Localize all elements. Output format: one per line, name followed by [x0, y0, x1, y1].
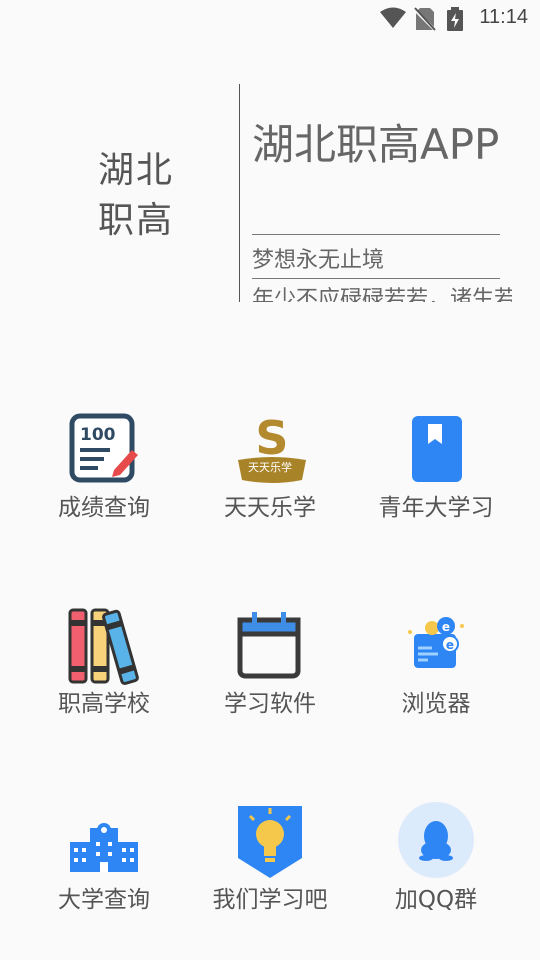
grid-item-label: 学习软件 — [224, 691, 316, 717]
grid-item-study-apps[interactable]: 学习软件 — [180, 596, 360, 726]
app-header: 湖北职高 湖北职高APP 梦想永无止境 年少不应碌碌若若，诸生若 — [0, 84, 540, 302]
svg-text:e: e — [446, 638, 454, 652]
grid-item-label: 青年大学习 — [378, 495, 494, 521]
grid-item-label: 浏览器 — [401, 691, 471, 717]
calendar-icon — [232, 606, 308, 682]
side-title: 湖北职高 — [98, 150, 175, 241]
no-sim-icon — [412, 7, 438, 35]
status-time: 11:14 — [479, 6, 528, 28]
svg-text:S: S — [255, 411, 288, 465]
grid-item-youth-study[interactable]: 青年大学习 — [346, 400, 526, 530]
main-title: 湖北职高APP — [252, 120, 500, 169]
school-building-icon — [66, 802, 142, 878]
lightbulb-badge-icon — [232, 802, 308, 878]
grid-item-join-qq-group[interactable]: 加QQ群 — [346, 792, 526, 922]
bookmark-icon — [398, 410, 474, 486]
slogan-1: 梦想永无止境 — [252, 248, 385, 273]
grid-item-browser[interactable]: e e 浏览器 — [346, 596, 526, 726]
wifi-icon — [380, 7, 406, 33]
status-bar: 11:14 — [0, 0, 540, 36]
grid-item-label: 职高学校 — [58, 691, 150, 717]
grid-item-label: 加QQ群 — [394, 887, 478, 913]
grid-item-grade-query[interactable]: 100 成绩查询 — [14, 400, 194, 530]
vertical-divider — [239, 84, 240, 302]
grid-item-tiantian-lexue[interactable]: S 天天乐学 天天乐学 — [180, 400, 360, 530]
grid-item-lets-study[interactable]: 我们学习吧 — [180, 792, 360, 922]
grid-item-vocational-schools[interactable]: 职高学校 — [14, 596, 194, 726]
slogan-2-container: 年少不应碌碌若若，诸生若 — [252, 286, 512, 302]
slogan-2: 年少不应碌碌若若，诸生若 — [252, 287, 512, 302]
browser-icon: e e — [398, 606, 474, 682]
books-icon — [66, 606, 142, 685]
grade-report-icon: 100 — [66, 410, 142, 486]
grid-item-label: 大学查询 — [58, 887, 150, 913]
grid-item-label: 成绩查询 — [58, 495, 150, 521]
grid-item-label: 天天乐学 — [224, 495, 316, 521]
tiantian-lexue-logo: S 天天乐学 — [232, 410, 308, 486]
divider-1 — [252, 234, 500, 235]
qq-icon — [398, 802, 474, 878]
divider-2 — [252, 278, 500, 279]
grid-item-university-query[interactable]: 大学查询 — [14, 792, 194, 922]
grid-item-label: 我们学习吧 — [212, 887, 328, 913]
battery-charging-icon — [446, 7, 464, 35]
logo-text: 天天乐学 — [248, 461, 292, 474]
svg-text:100: 100 — [80, 425, 116, 445]
svg-text:e: e — [442, 620, 450, 634]
